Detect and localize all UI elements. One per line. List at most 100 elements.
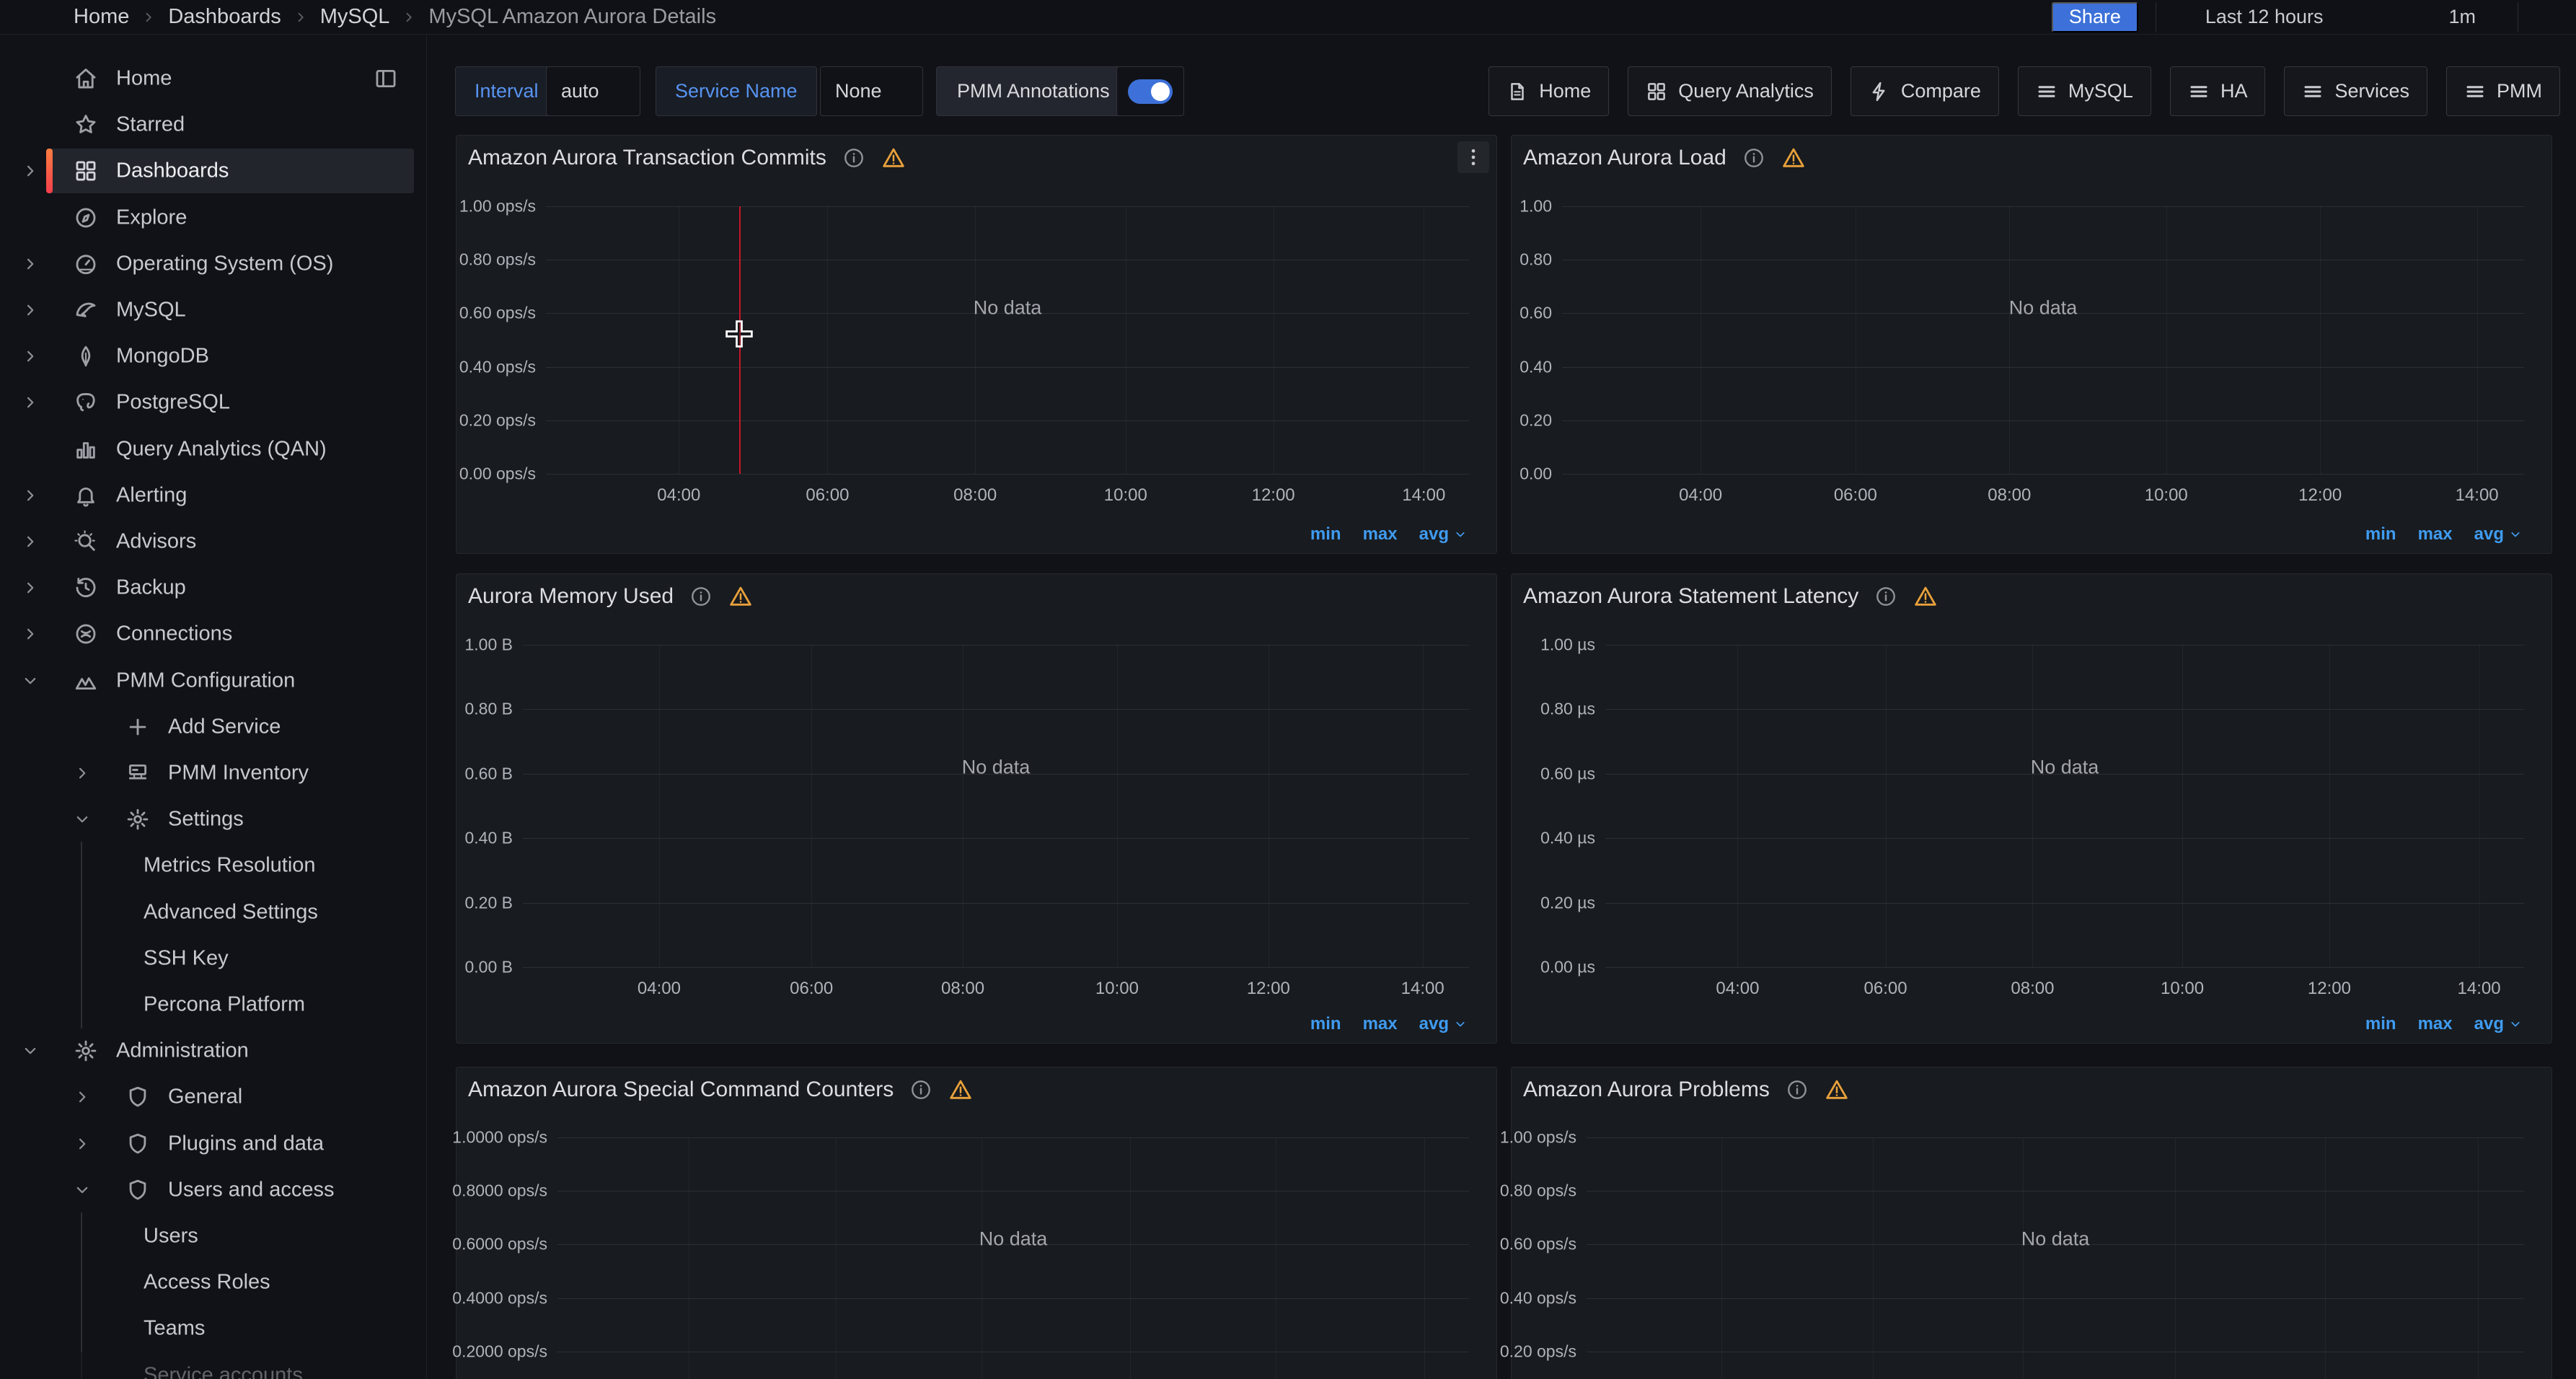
chevron-right-icon[interactable] [21,393,40,412]
sidebar-item-advanced-settings[interactable]: Advanced Settings [0,889,427,935]
sidebar-item-service-accounts[interactable]: Service accounts [0,1352,427,1379]
collapse-sidebar-icon[interactable] [374,66,398,91]
dashboard-link-ha[interactable]: HA [2170,66,2266,116]
sidebar-item-query-analytics-qan[interactable]: Query Analytics (QAN) [0,426,427,472]
dashboard-link-compare[interactable]: Compare [1851,66,1999,116]
chevron-right-icon[interactable] [21,625,40,643]
dashboard-settings-gear-icon[interactable] [2010,5,2034,30]
sidebar-item-access-roles[interactable]: Access Roles [0,1259,427,1305]
zoom-out-icon[interactable] [2365,5,2389,30]
legend-item-avg[interactable]: avg [2474,524,2523,545]
dashboard-link-home[interactable]: Home [1488,66,1609,116]
legend-item-max[interactable]: max [1363,524,1398,545]
legend-item-max[interactable]: max [2418,1014,2453,1034]
warning-triangle-icon[interactable] [1781,146,1806,170]
warning-triangle-icon[interactable] [728,584,753,609]
sidebar-item-general[interactable]: General [0,1074,427,1120]
chevron-right-icon[interactable] [21,532,40,551]
chevron-right-icon[interactable] [21,486,40,505]
sidebar-item-teams[interactable]: Teams [0,1305,427,1352]
legend-item-min[interactable]: min [2365,524,2396,545]
warning-triangle-icon[interactable] [948,1078,973,1102]
plot-area[interactable]: 1.00 ops/s0.80 ops/s0.60 ops/s0.40 ops/s… [1587,1137,2524,1379]
sidebar-item-dashboards[interactable]: Dashboards [0,148,427,194]
chevron-right-icon[interactable] [73,764,92,783]
refresh-interval-picker[interactable]: 1m [2448,6,2500,28]
sidebar-item-operating-system-os[interactable]: Operating System (OS) [0,241,427,287]
info-circle-icon[interactable] [842,146,865,169]
sidebar-item-postgresql[interactable]: PostgreSQL [0,379,427,426]
chevron-right-icon[interactable] [73,1088,92,1106]
sidebar-item-advisors[interactable]: Advisors [0,519,427,565]
sidebar-item-mysql[interactable]: MySQL [0,287,427,333]
legend-item-avg[interactable]: avg [1419,524,1468,545]
legend-item-min[interactable]: min [1310,1014,1341,1034]
legend-item-min[interactable]: min [1310,524,1341,545]
panel-header[interactable]: Amazon Aurora Load [1512,136,2551,180]
chevron-right-icon[interactable] [73,1135,92,1153]
info-circle-icon[interactable] [1742,146,1765,169]
warning-triangle-icon[interactable] [1825,1078,1849,1102]
legend-item-avg[interactable]: avg [1419,1014,1468,1034]
info-circle-icon[interactable] [689,585,713,608]
panel-header[interactable]: Amazon Aurora Statement Latency [1512,574,2551,619]
breadcrumb-item-mysql[interactable]: MySQL [320,5,390,29]
sidebar-item-pmm-inventory[interactable]: PMM Inventory [0,750,427,796]
sidebar-item-mongodb[interactable]: MongoDB [0,333,427,379]
plot-area[interactable]: 1.00 B0.80 B0.60 B0.40 B0.20 B0.00 B04:0… [523,645,1469,967]
breadcrumb-item-dashboards[interactable]: Dashboards [168,5,281,29]
sidebar-item-administration[interactable]: Administration [0,1028,427,1074]
dashboard-link-services[interactable]: Services [2284,66,2427,116]
favorite-star-icon[interactable] [723,6,745,28]
plot-area[interactable]: 1.000.800.600.400.200.0004:0006:0008:001… [1562,206,2524,474]
sidebar-item-settings[interactable]: Settings [0,796,427,842]
sidebar-item-home[interactable]: Home [0,56,427,102]
info-circle-icon[interactable] [1874,585,1897,608]
sidebar-item-users-and-access[interactable]: Users and access [0,1167,427,1213]
sidebar-item-alerting[interactable]: Alerting [0,472,427,519]
info-circle-icon[interactable] [909,1078,932,1101]
refresh-icon[interactable] [2407,5,2431,30]
chevron-down-icon[interactable] [21,671,40,690]
collapse-up-icon[interactable] [2536,6,2557,28]
plot-area[interactable]: 1.00 ops/s0.80 ops/s0.60 ops/s0.40 ops/s… [546,206,1469,474]
chevron-down-icon[interactable] [21,1041,40,1060]
chevron-down-icon[interactable] [73,1181,92,1199]
sidebar-item-backup[interactable]: Backup [0,565,427,611]
legend-item-max[interactable]: max [1363,1014,1398,1034]
panel-header[interactable]: Amazon Aurora Transaction Commits [456,136,1496,180]
chevron-right-icon[interactable] [21,578,40,597]
chevron-down-icon[interactable] [73,810,92,829]
chevron-right-icon[interactable] [21,301,40,320]
menu-icon[interactable] [19,4,46,31]
warning-triangle-icon[interactable] [881,146,906,170]
panel-header[interactable]: Amazon Aurora Problems [1512,1067,2551,1112]
sidebar-item-users[interactable]: Users [0,1213,427,1259]
pmm-annotations-toggle[interactable] [1116,66,1184,116]
breadcrumb-item-home[interactable]: Home [74,5,129,29]
sidebar-item-metrics-resolution[interactable]: Metrics Resolution [0,842,427,889]
panel-header[interactable]: Aurora Memory Used [456,574,1496,619]
chevron-right-icon[interactable] [21,347,40,366]
sidebar-item-connections[interactable]: Connections [0,611,427,657]
sidebar-item-plugins-and-data[interactable]: Plugins and data [0,1121,427,1167]
chevron-right-icon[interactable] [21,255,40,273]
sidebar-item-explore[interactable]: Explore [0,195,427,241]
dashboard-link-query-analytics[interactable]: Query Analytics [1628,66,1832,116]
dashboard-link-mysql[interactable]: MySQL [2018,66,2151,116]
chevron-right-icon[interactable] [21,162,40,180]
share-button[interactable]: Share [2052,2,2138,32]
legend-item-avg[interactable]: avg [2474,1014,2523,1034]
sidebar-item-pmm-configuration[interactable]: PMM Configuration [0,658,427,704]
interval-variable-select[interactable]: auto [546,66,640,116]
sidebar-item-percona-platform[interactable]: Percona Platform [0,982,427,1028]
info-circle-icon[interactable] [1786,1078,1809,1101]
sidebar-item-add-service[interactable]: Add Service [0,704,427,750]
dashboard-link-pmm[interactable]: PMM [2446,66,2560,116]
service-name-variable-select[interactable]: None [820,66,923,116]
panel-header[interactable]: Amazon Aurora Special Command Counters [456,1067,1496,1112]
plot-area[interactable]: 1.0000 ops/s0.8000 ops/s0.6000 ops/s0.40… [557,1137,1469,1379]
plot-area[interactable]: 1.00 µs0.80 µs0.60 µs0.40 µs0.20 µs0.00 … [1605,645,2524,967]
sidebar-item-ssh-key[interactable]: SSH Key [0,935,427,982]
time-range-picker[interactable]: Last 12 hours [2174,6,2348,29]
